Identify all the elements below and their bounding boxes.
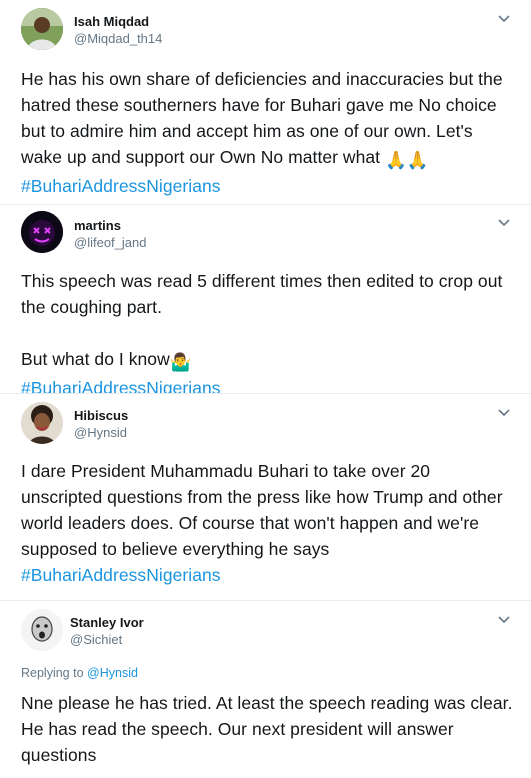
author-name[interactable]: Stanley Ivor: [70, 615, 144, 630]
chevron-down-icon[interactable]: [497, 408, 511, 418]
tweet-text: He has his own share of deficiencies and…: [21, 66, 516, 199]
tweet-text: Nne please he has tried. At least the sp…: [21, 690, 516, 768]
avatar[interactable]: [21, 8, 63, 50]
chevron-down-icon[interactable]: [497, 615, 511, 625]
replying-to: Replying to @Hynsid: [21, 666, 138, 680]
folded-hands-emoji: 🙏🙏: [385, 150, 429, 170]
tweet-text: This speech was read 5 different times t…: [21, 268, 516, 320]
author-name[interactable]: Hibiscus: [74, 408, 128, 423]
tweet-body-text: I dare President Muhammadu Buhari to tak…: [21, 461, 508, 559]
chevron-down-icon[interactable]: [497, 14, 511, 24]
chevron-down-icon[interactable]: [497, 218, 511, 228]
tweet-body-text-2: But what do I know: [21, 349, 170, 369]
hashtag-link[interactable]: #BuhariAddressNigerians: [21, 565, 221, 585]
author-handle[interactable]: @Hynsid: [74, 425, 127, 440]
tweet-body-text: He has his own share of deficiencies and…: [21, 69, 508, 167]
avatar[interactable]: [21, 609, 63, 651]
avatar[interactable]: [21, 211, 63, 253]
author-name[interactable]: martins: [74, 218, 121, 233]
tweet-4[interactable]: Stanley Ivor @Sichiet Replying to @Hynsi…: [0, 601, 531, 778]
tweet-3[interactable]: Hibiscus @Hynsid I dare President Muhamm…: [0, 394, 531, 600]
hashtag-link[interactable]: #BuhariAddressNigerians: [21, 176, 221, 196]
replying-to-label: Replying to: [21, 666, 84, 680]
tweet-body-text: This speech was read 5 different times t…: [21, 271, 508, 317]
tweet-body-text: Nne please he has tried. At least the sp…: [21, 693, 518, 765]
reply-mention-link[interactable]: @Hynsid: [87, 666, 138, 680]
author-handle[interactable]: @Miqdad_th14: [74, 31, 162, 46]
tweet-1[interactable]: Isah Miqdad @Miqdad_th14 He has his own …: [0, 0, 531, 204]
author-handle[interactable]: @lifeof_jand: [74, 235, 146, 250]
tweet-text: I dare President Muhammadu Buhari to tak…: [21, 458, 516, 588]
author-handle[interactable]: @Sichiet: [70, 632, 122, 647]
person-shrugging-emoji: 🤷‍♂️: [169, 352, 192, 372]
author-name[interactable]: Isah Miqdad: [74, 14, 149, 29]
tweet-2[interactable]: martins @lifeof_jand This speech was rea…: [0, 205, 531, 398]
avatar[interactable]: [21, 402, 63, 444]
